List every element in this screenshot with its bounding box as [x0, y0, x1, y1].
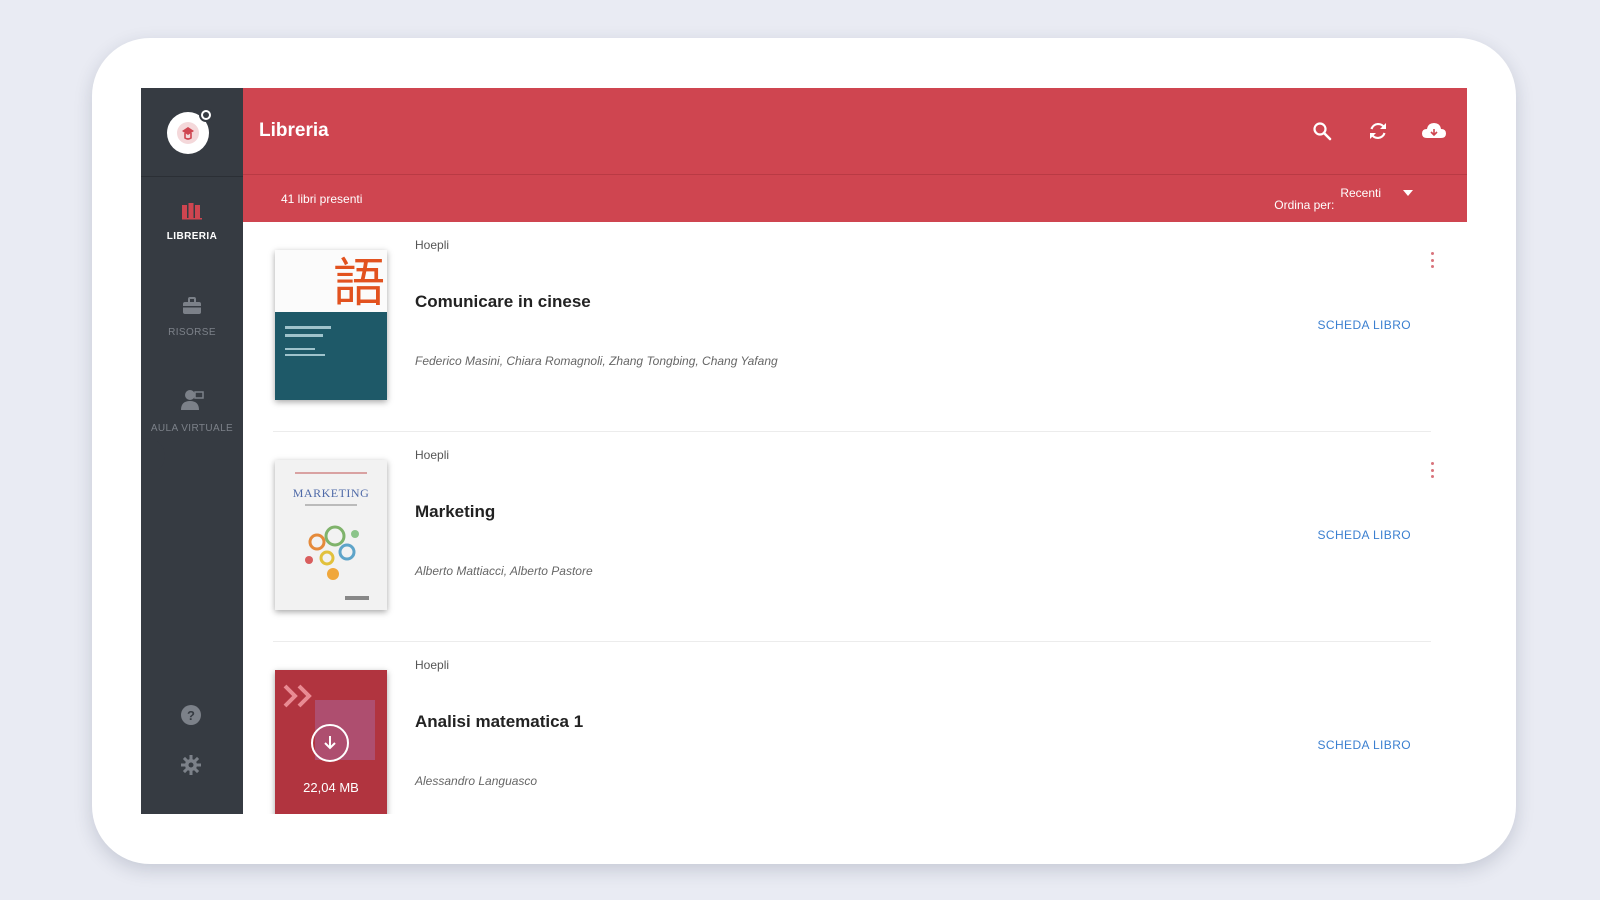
cloud-icon[interactable] [1421, 118, 1447, 144]
classroom-icon [179, 388, 205, 417]
chevron-down-icon [1403, 189, 1413, 196]
sidebar-item-label: AULA VIRTUALE [150, 423, 234, 434]
book-publisher: Hoepli [415, 658, 450, 672]
book-title: Analisi matematica 1 [415, 712, 584, 731]
sidebar-item-aula-virtuale[interactable]: AULA VIRTUALE [141, 388, 243, 434]
download-icon[interactable] [311, 724, 349, 762]
cover-line [285, 354, 325, 356]
book-authors: Alessandro Languasco [415, 774, 538, 788]
more-vert-icon[interactable] [1429, 252, 1435, 268]
list-item[interactable]: MARKETING Hoepli Marketing Alberto Matti… [273, 432, 1434, 642]
sidebar-item-libreria[interactable]: LIBRERIA [141, 202, 243, 242]
book-publisher: Hoepli [415, 238, 450, 252]
sidebar-item-label: RISORSE [168, 327, 216, 338]
toolbar-actions [1309, 118, 1447, 144]
app-logo[interactable] [167, 108, 213, 154]
book-list: 語 Hoepli Comunicare in cinese Federico M… [243, 222, 1467, 814]
book-details-link[interactable]: SCHEDA LIBRO [1318, 318, 1412, 332]
sidebar-item-risorse[interactable]: RISORSE [141, 296, 243, 338]
logo-icon [177, 122, 199, 144]
list-item[interactable]: 22,04 MB Hoepli Analisi matematica 1 Ale… [273, 642, 1431, 814]
download-size: 22,04 MB [303, 780, 359, 795]
list-item[interactable]: 語 Hoepli Comunicare in cinese Federico M… [273, 222, 1434, 432]
logo-badge [199, 108, 213, 122]
sidebar-collapse-handle[interactable] [141, 438, 165, 474]
book-details-link[interactable]: SCHEDA LIBRO [1318, 528, 1412, 542]
sidebar-divider [141, 176, 243, 177]
page-title: Libreria [259, 120, 329, 141]
list-header: 41 libri presenti Ordina per: Recenti [243, 174, 1467, 222]
cover-glyph: 語 [332, 254, 385, 314]
book-title: Comunicare in cinese [415, 292, 591, 311]
book-cover[interactable]: 22,04 MB [275, 670, 387, 814]
settings-icon[interactable] [178, 752, 204, 778]
book-publisher: Hoepli [415, 448, 450, 462]
sidebar-item-label: LIBRERIA [166, 231, 218, 242]
books-icon [181, 202, 203, 225]
svg-text:?: ? [187, 708, 195, 723]
book-cover[interactable]: MARKETING [275, 460, 387, 610]
sort-value: Recenti [1340, 185, 1381, 200]
cover-illustration [295, 472, 369, 600]
more-vert-icon[interactable] [1429, 462, 1435, 478]
book-authors: Federico Masini, Chiara Romagnoli, Zhang… [415, 354, 778, 368]
book-count: 41 libri presenti [281, 191, 363, 206]
sidebar: LIBRERIA RISORSE AULA VIRTUALE ? [141, 88, 243, 814]
book-title: Marketing [415, 502, 496, 521]
sort-dropdown[interactable]: Recenti [1340, 186, 1413, 200]
book-details-link[interactable]: SCHEDA LIBRO [1318, 738, 1412, 752]
book-cover[interactable]: 語 [275, 250, 387, 400]
refresh-icon[interactable] [1365, 118, 1391, 144]
app-screen: LIBRERIA RISORSE AULA VIRTUALE ? Libreri… [141, 88, 1467, 814]
cover-line [285, 326, 331, 329]
app-bar: Libreria [243, 88, 1467, 174]
briefcase-icon [181, 296, 203, 321]
help-icon[interactable]: ? [178, 702, 204, 728]
book-authors: Alberto Mattiacci, Alberto Pastore [415, 564, 593, 578]
sort-label: Ordina per: [1274, 197, 1335, 212]
sort-control: Ordina per: Recenti [1274, 186, 1413, 212]
main-content: Libreria 41 libri presenti Ordina per: R… [243, 88, 1467, 814]
search-icon[interactable] [1309, 118, 1335, 144]
cover-line [285, 334, 323, 337]
cover-line [285, 348, 315, 350]
